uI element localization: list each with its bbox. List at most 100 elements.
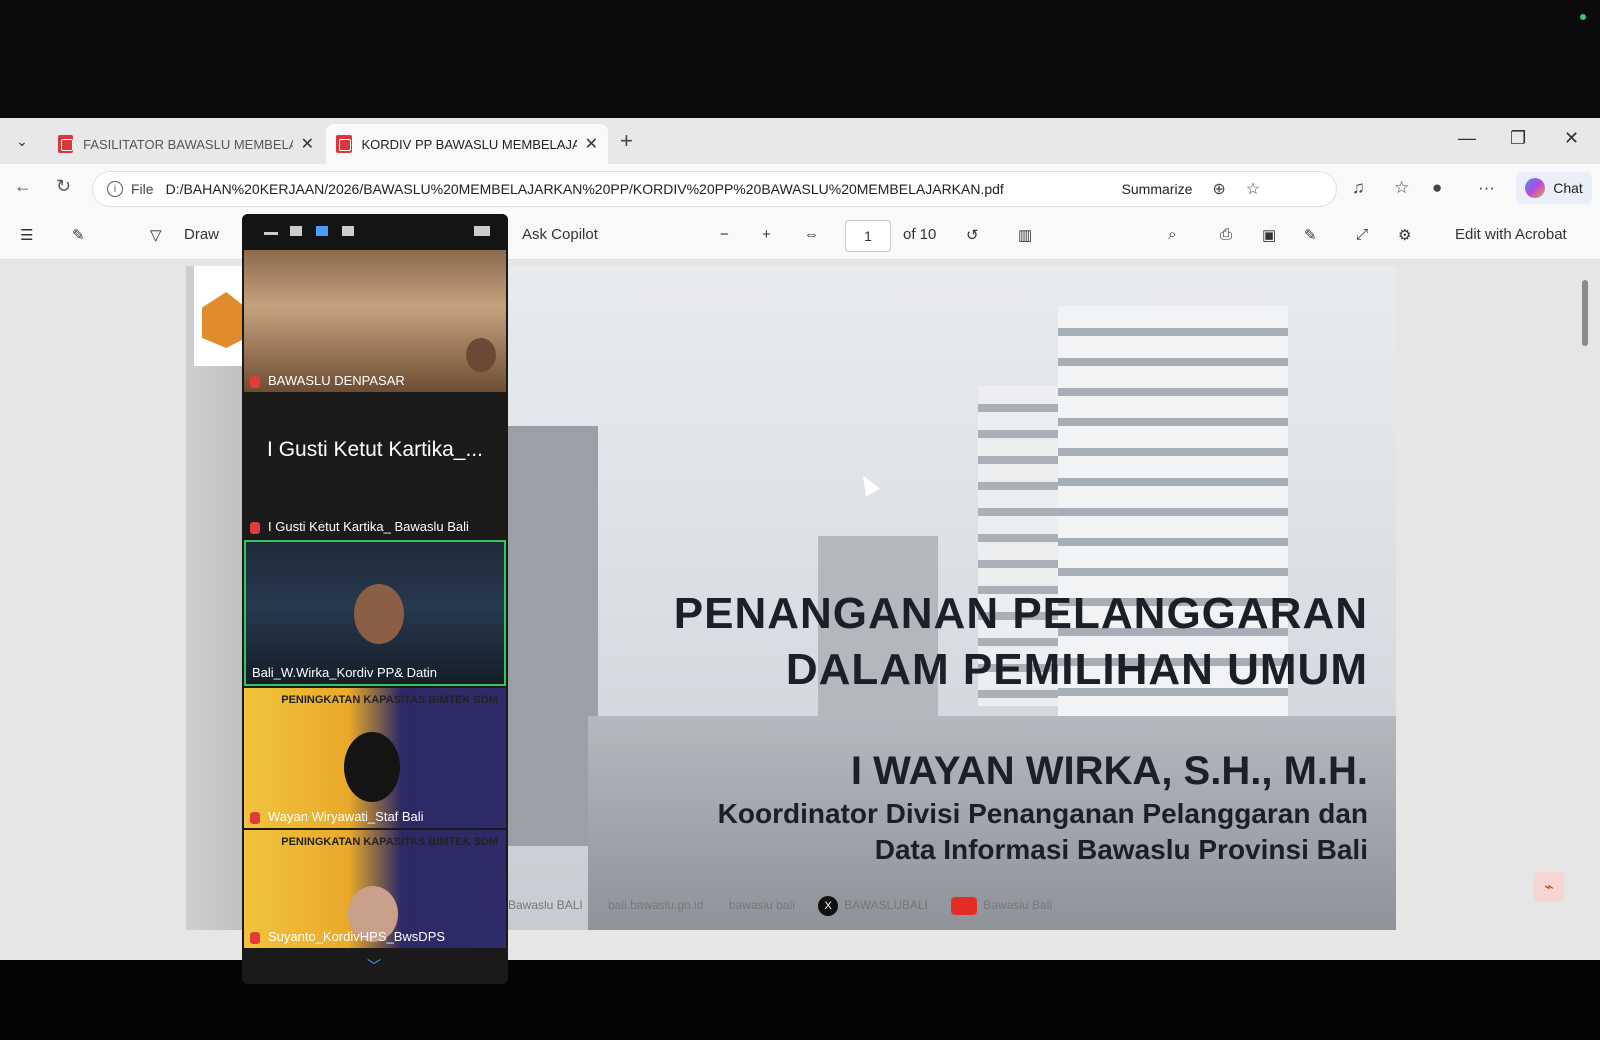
print-icon[interactable]: ⎙ bbox=[1220, 226, 1232, 243]
strip-view-icon[interactable] bbox=[316, 226, 328, 236]
reload-button[interactable]: ↻ bbox=[56, 176, 71, 197]
role-line: Data Informasi Bawaslu Provinsi Bali bbox=[874, 834, 1368, 865]
participant-tile[interactable]: PENINGKATAN KAPASITAS BIMTEK SDM Suyanto… bbox=[244, 830, 506, 948]
participant-video bbox=[344, 732, 400, 802]
participant-name: I Gusti Ketut Kartika_ Bawaslu Bali bbox=[250, 519, 469, 534]
contents-icon[interactable]: ☰ bbox=[20, 226, 33, 244]
muted-mic-icon bbox=[250, 811, 260, 824]
edit-acrobat-button[interactable]: Edit with Acrobat bbox=[1455, 226, 1567, 243]
restore-button[interactable]: ❐ bbox=[1510, 128, 1526, 149]
close-tab-icon[interactable]: ✕ bbox=[301, 134, 314, 154]
zoom-view-controls bbox=[242, 214, 508, 250]
title-line: PENANGANAN PELANGGARAN bbox=[673, 589, 1368, 638]
social-bawaslu: Bawaslu BALI bbox=[508, 898, 583, 913]
participant-name-text: BAWASLU DENPASAR bbox=[268, 373, 405, 388]
url-text[interactable]: D:/BAHAN%20KERJAAN/2026/BAWASLU%20MEMBEL… bbox=[166, 181, 1086, 197]
role-line: Koordinator Divisi Penanganan Pelanggara… bbox=[717, 798, 1368, 829]
back-button[interactable]: ← bbox=[14, 176, 32, 197]
muted-mic-icon bbox=[250, 521, 260, 534]
participant-name-text: Bali_W.Wirka_Kordiv PP& Datin bbox=[252, 665, 437, 680]
pop-out-icon[interactable] bbox=[474, 226, 490, 236]
scrollbar[interactable] bbox=[1578, 260, 1592, 946]
search-icon[interactable]: ⌕ bbox=[1168, 226, 1176, 243]
slide-title: PENANGANAN PELANGGARAN DALAM PEMILIHAN U… bbox=[674, 586, 1368, 698]
address-bar: ← ↻ i File D:/BAHAN%20KERJAAN/2026/BAWAS… bbox=[0, 164, 1600, 212]
summarize-button[interactable]: Summarize bbox=[1122, 181, 1193, 197]
fit-width-icon[interactable]: ⇔ bbox=[804, 226, 819, 243]
participant-video bbox=[354, 584, 404, 644]
participant-tile[interactable]: BAWASLU DENPASAR bbox=[244, 250, 506, 392]
muted-mic-icon bbox=[250, 375, 260, 388]
fullscreen-icon[interactable]: ⤢ bbox=[1356, 226, 1368, 243]
participant-tile[interactable]: PENINGKATAN KAPASITAS BIMTEK SDM Wayan W… bbox=[244, 688, 506, 828]
more-menu-icon[interactable]: ··· bbox=[1478, 178, 1495, 198]
participant-name: Bali_W.Wirka_Kordiv PP& Datin bbox=[252, 665, 437, 680]
participant-tile[interactable]: I Gusti Ketut Kartika_... I Gusti Ketut … bbox=[244, 394, 506, 538]
highlight-icon[interactable]: ✎ bbox=[72, 226, 85, 244]
grid-view-icon[interactable] bbox=[342, 226, 354, 236]
youtube-icon bbox=[951, 897, 978, 915]
minimize-view-icon[interactable] bbox=[264, 232, 278, 235]
status-dot bbox=[1580, 14, 1586, 20]
pdf-icon bbox=[336, 135, 352, 153]
tab-title: FASILITATOR BAWASLU MEMBELAJ bbox=[83, 136, 293, 152]
draw-button[interactable]: Draw bbox=[184, 226, 219, 243]
participant-video bbox=[466, 338, 496, 372]
zoom-out-icon[interactable]: − bbox=[720, 226, 729, 243]
participant-name: Wayan Wiryawati_Staf Bali bbox=[250, 809, 424, 824]
presenter-role: Koordinator Divisi Penanganan Pelanggara… bbox=[718, 796, 1368, 868]
pdf-viewer: PENANGANAN PELANGGARAN DALAM PEMILIHAN U… bbox=[0, 260, 1600, 960]
social-x: BAWASLUBALI bbox=[844, 898, 929, 913]
pdf-toolbar: ☰ ✎ ▽ Draw Ask Copilot − + ⇔ 1 of 10 ↺ ▥… bbox=[0, 212, 1600, 260]
copilot-chat-button[interactable]: Chat bbox=[1516, 172, 1592, 204]
building bbox=[508, 426, 598, 846]
banner-text: PENINGKATAN KAPASITAS BIMTEK SDM bbox=[281, 836, 498, 848]
zoom-in-icon[interactable]: + bbox=[762, 226, 771, 243]
participant-name-text: Suyanto_KordivHPS_BwsDPS bbox=[268, 929, 446, 944]
draw-icon[interactable]: ▽ bbox=[150, 226, 162, 244]
tab-list-button[interactable]: ⌄ bbox=[6, 126, 38, 156]
new-tab-button[interactable]: + bbox=[620, 128, 633, 154]
tab-title: KORDIV PP BAWASLU MEMBELAJA bbox=[361, 136, 577, 152]
zoom-icon[interactable]: ⊕ bbox=[1212, 179, 1225, 199]
scrollbar-thumb[interactable] bbox=[1582, 280, 1588, 346]
file-label: File bbox=[131, 181, 154, 197]
rotate-icon[interactable]: ↺ bbox=[966, 226, 979, 244]
tab-kordiv[interactable]: KORDIV PP BAWASLU MEMBELAJA ✕ bbox=[326, 124, 608, 164]
copilot-icon bbox=[1525, 178, 1546, 198]
minimize-button[interactable]: — bbox=[1458, 128, 1476, 149]
url-field[interactable]: i File D:/BAHAN%20KERJAAN/2026/BAWASLU%2… bbox=[92, 171, 1337, 207]
page-count: of 10 bbox=[903, 226, 937, 243]
x-icon: X bbox=[818, 896, 839, 916]
page-view-icon[interactable]: ▥ bbox=[1018, 226, 1032, 244]
page-number-input[interactable]: 1 bbox=[845, 220, 891, 252]
participant-tile-speaking[interactable]: Bali_W.Wirka_Kordiv PP& Datin bbox=[244, 540, 506, 686]
info-icon[interactable]: i bbox=[107, 181, 123, 197]
participant-display-name: I Gusti Ketut Kartika_... bbox=[267, 438, 483, 461]
favorite-star-icon[interactable]: ☆ bbox=[1246, 179, 1260, 199]
participant-name-text: Wayan Wiryawati_Staf Bali bbox=[268, 809, 424, 824]
save-icon[interactable]: ▣ bbox=[1262, 226, 1276, 244]
banner-text: PENINGKATAN KAPASITAS BIMTEK SDM bbox=[281, 694, 498, 706]
close-window-button[interactable]: ✕ bbox=[1564, 128, 1579, 149]
acrobat-icon[interactable]: ⌁ bbox=[1534, 872, 1564, 902]
social-youtube: Bawaslu Bali bbox=[983, 898, 1053, 913]
bottom-bar bbox=[0, 960, 1600, 1040]
scroll-down-chevron-icon[interactable]: ﹀ bbox=[367, 956, 381, 976]
muted-mic-icon bbox=[250, 931, 260, 944]
social-instagram: bawaslu bali bbox=[728, 898, 795, 913]
screen-gap bbox=[0, 40, 1600, 118]
save-as-icon[interactable]: ✎ bbox=[1304, 226, 1317, 244]
participant-name-text: I Gusti Ketut Kartika_ Bawaslu Bali bbox=[268, 519, 469, 534]
zoom-gallery-panel: BAWASLU DENPASAR I Gusti Ketut Kartika_.… bbox=[242, 214, 508, 984]
favorites-icon[interactable]: ☆ bbox=[1394, 178, 1409, 198]
close-tab-icon[interactable]: ✕ bbox=[585, 134, 598, 154]
read-aloud-icon[interactable]: ♫ bbox=[1352, 178, 1365, 198]
settings-icon[interactable]: ⚙ bbox=[1398, 226, 1411, 244]
tab-fasilitator[interactable]: FASILITATOR BAWASLU MEMBELAJ ✕ bbox=[48, 124, 324, 164]
title-line: DALAM PEMILIHAN UMUM bbox=[785, 645, 1368, 694]
ask-copilot-button[interactable]: Ask Copilot bbox=[522, 226, 598, 243]
profile-avatar[interactable]: ● bbox=[1432, 178, 1442, 198]
social-website: bali.bawaslu.go.id bbox=[608, 898, 704, 913]
single-view-icon[interactable] bbox=[290, 226, 302, 236]
